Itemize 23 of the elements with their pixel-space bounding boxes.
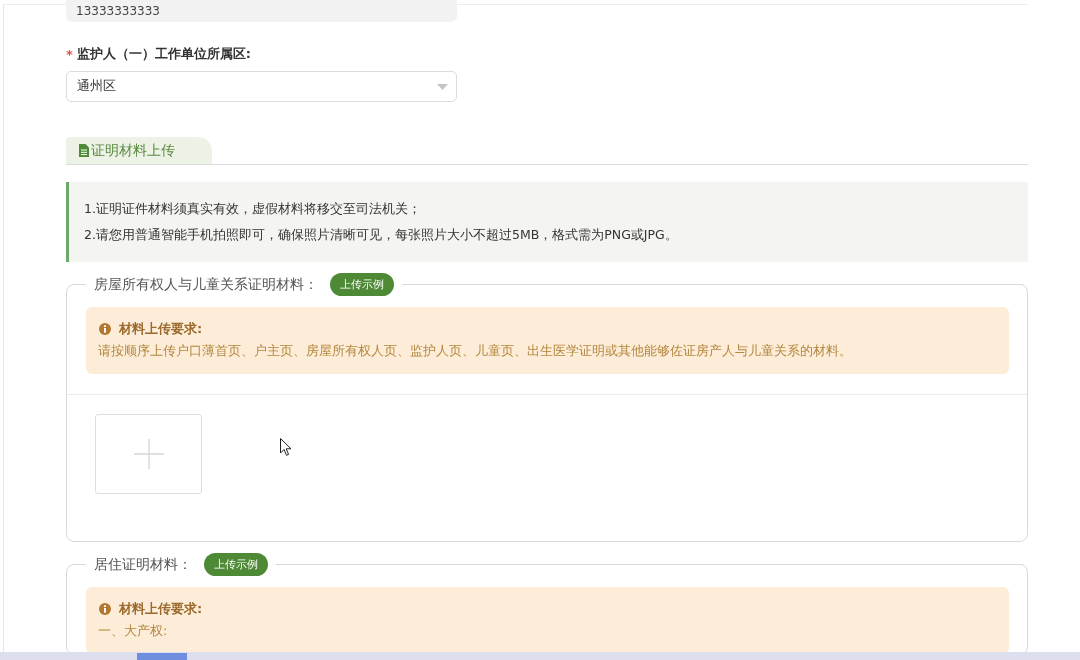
upload-box[interactable]	[95, 414, 202, 494]
caret-icon	[437, 83, 448, 90]
mouse-cursor-icon	[280, 438, 292, 456]
requirements-title: 材料上传要求:	[119, 320, 203, 338]
document-icon	[79, 144, 89, 157]
example-button[interactable]: 上传示例	[330, 273, 394, 296]
section-title: 居住证明材料：	[94, 555, 192, 574]
requirements-text: 一、大产权:	[98, 622, 169, 640]
example-button[interactable]: 上传示例	[204, 553, 268, 576]
field-label: 监护人（一）工作单位所属区:	[76, 45, 251, 63]
plus-icon	[133, 439, 164, 469]
required-mark: *	[66, 46, 73, 62]
notice-line: 1.证明证件材料须真实有效，虚假材料将移交至司法机关；	[84, 200, 422, 218]
info-icon	[99, 603, 111, 615]
district-select[interactable]: 通州区	[66, 71, 457, 102]
requirements-text: 请按顺序上传户口薄首页、户主页、房屋所有权人页、监护人页、儿童页、出生医学证明或其他能够佐证房产人与儿童关系的材料。	[98, 342, 853, 360]
section-title: 房屋所有权人与儿童关系证明材料：	[94, 275, 318, 294]
requirements-title: 材料上传要求:	[119, 600, 203, 618]
tab[interactable]: 证明材料上传	[66, 137, 212, 164]
phone-field[interactable]: 13333333333	[66, 0, 457, 22]
info-icon	[99, 323, 111, 335]
horizontal-scrollbar[interactable]	[0, 652, 1080, 660]
notice-line: 2.请您用普通智能手机拍照即可，确保照片清晰可见，每张照片大小不超过5MB，格式需为PNG或JPG。	[84, 226, 679, 244]
